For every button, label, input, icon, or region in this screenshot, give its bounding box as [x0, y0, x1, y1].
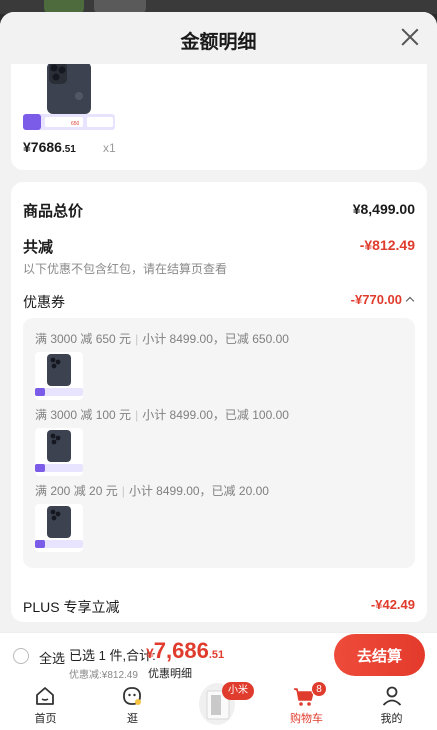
coupon-value: -¥770.00 [350, 292, 402, 307]
product-price: ¥7686.51 [23, 139, 76, 155]
coupon-summary: 小计 8499.00，已减 650.00 [142, 332, 289, 346]
tab-label: 首页 [34, 713, 57, 725]
discount-note: 以下优惠不包含红包，请在结算页查看 [23, 262, 228, 276]
checkout-button[interactable]: 去结算 [334, 634, 425, 676]
tab-label: 购物车 [290, 713, 323, 725]
coupon-rule: 满 3000 减 650 元 [35, 332, 132, 346]
bottom-tab-bar: 首页 逛 小米 8 购物车 我的 [0, 680, 437, 730]
coupon-item: 满 200 减 20 元 | 小计 8499.00，已减 20.00 [35, 484, 269, 498]
coupon-product-image [35, 428, 83, 476]
amount-detail-card: 商品总价 ¥8,499.00 共减 -¥812.49 以下优惠不包含红包，请在结… [11, 182, 427, 622]
cart-badge: 8 [311, 681, 327, 697]
coupon-item: 满 3000 减 100 元 | 小计 8499.00，已减 100.00 [35, 408, 289, 422]
checkout-bar: 全选 已选 1 件,合计: ¥7,686.51 优惠减:¥812.49 优惠明细… [0, 632, 437, 681]
tab-label: 逛 [127, 713, 138, 725]
amount-detail-sheet: 650 ¥7686.51 x1 金额明细 商品总价 ¥8,499.00 共减 -… [0, 12, 437, 632]
sheet-title: 金额明细 [180, 32, 257, 53]
explore-icon [123, 687, 141, 705]
product-quantity: x1 [103, 141, 116, 155]
coupon-rule: 满 3000 减 100 元 [35, 408, 132, 422]
checkout-total: ¥7,686.51 [146, 638, 225, 663]
tab-cart[interactable]: 8 购物车 [263, 680, 350, 730]
discount-detail-link[interactable]: 优惠明细 [148, 665, 192, 681]
select-all-radio[interactable] [13, 648, 29, 664]
total-reduction-value: -¥812.49 [359, 237, 415, 253]
product-card: 650 ¥7686.51 x1 [11, 62, 427, 170]
coupon-product-image [35, 504, 83, 552]
coupon-toggle[interactable]: -¥770.00 [350, 292, 415, 307]
tab-label: 我的 [380, 713, 403, 725]
tab-home[interactable]: 首页 [2, 680, 89, 730]
total-reduction-label: 共减 [23, 239, 54, 256]
thumb-promo-text: 650 [71, 121, 80, 127]
selected-count: 已选 1 件,合计: [69, 648, 156, 663]
checkout-discount: 优惠减:¥812.49 [69, 670, 138, 681]
select-all-label[interactable]: 全选 [39, 648, 65, 667]
total-price-label: 商品总价 [23, 203, 84, 220]
plus-discount-label: PLUS 专享立减 [23, 599, 120, 615]
xiaomi-tag: 小米 [222, 682, 254, 700]
coupon-summary: 小计 8499.00，已减 20.00 [128, 484, 269, 498]
plus-discount-value: -¥42.49 [370, 597, 415, 612]
total-price-value: ¥8,499.00 [352, 201, 415, 217]
coupon-product-image [35, 352, 83, 400]
close-icon[interactable] [399, 26, 421, 48]
coupon-rule: 满 200 减 20 元 [35, 484, 118, 498]
tab-profile[interactable]: 我的 [348, 680, 435, 730]
tab-explore[interactable]: 逛 [89, 680, 176, 730]
home-icon [36, 687, 54, 705]
coupon-summary: 小计 8499.00，已减 100.00 [142, 408, 289, 422]
coupon-list: 满 3000 减 650 元 | 小计 8499.00，已减 650.00 满 30… [23, 318, 415, 568]
chevron-up-icon [405, 296, 415, 306]
coupon-label: 优惠券 [23, 294, 65, 310]
profile-icon [382, 686, 402, 706]
sheet-header: 金额明细 [0, 12, 437, 64]
product-image: 650 [23, 62, 115, 130]
coupon-item: 满 3000 减 650 元 | 小计 8499.00，已减 650.00 [35, 332, 289, 346]
